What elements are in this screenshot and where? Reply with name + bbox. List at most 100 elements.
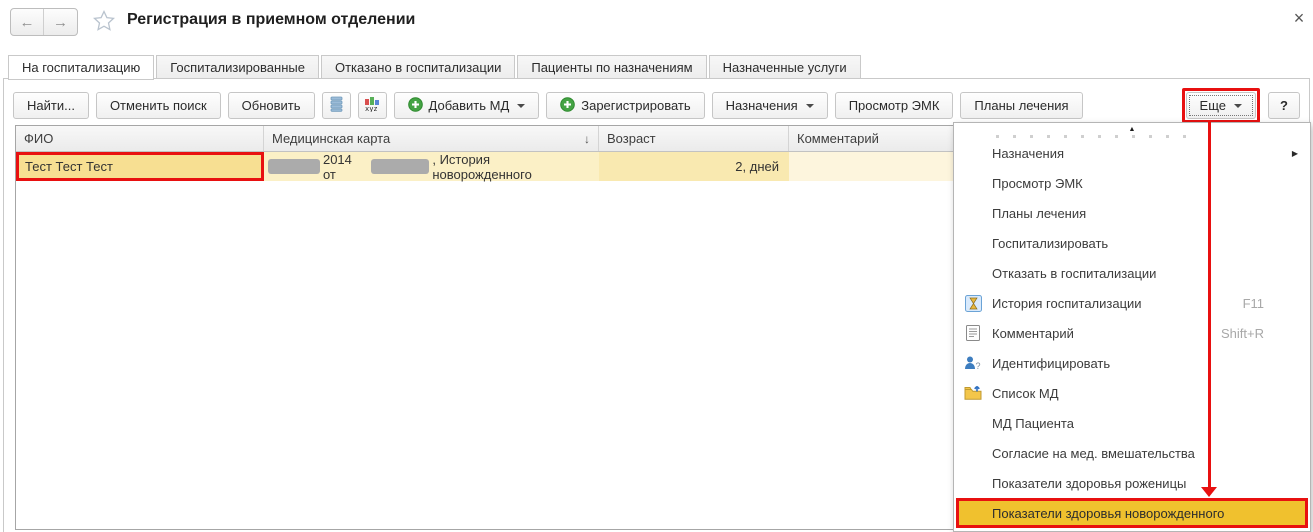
add-md-button[interactable]: Добавить МД	[394, 92, 540, 119]
menu-scroll-up[interactable]: ▲	[954, 123, 1310, 135]
redacted-text-block	[268, 159, 320, 174]
close-icon: ×	[1294, 8, 1305, 29]
column-card-label: Медицинская карта	[272, 131, 390, 146]
view-emk-button[interactable]: Просмотр ЭМК	[835, 92, 954, 119]
card-text: , История новорожденного	[432, 152, 593, 182]
back-arrow-icon: ←	[20, 14, 35, 31]
xyz-bars-icon: xyz	[364, 96, 380, 115]
add-md-label: Добавить МД	[429, 98, 510, 113]
close-button[interactable]: ×	[1287, 6, 1311, 30]
find-button-label: Найти...	[27, 98, 75, 113]
scroll-up-icon: ▲	[1129, 126, 1136, 133]
list-settings-button[interactable]	[322, 92, 351, 119]
tab-gospitalizirovannye[interactable]: Госпитализированные	[156, 55, 319, 79]
menu-item-pokazateli-rozhenicy[interactable]: Показатели здоровья роженицы	[954, 468, 1310, 498]
annotation-box-more: Еще	[1182, 88, 1260, 123]
menu-item-otkazat-v-gospitalizacii[interactable]: Отказать в госпитализации	[954, 258, 1310, 288]
appointments-label: Назначения	[726, 98, 798, 113]
tab-na-gospitalizaciyu[interactable]: На госпитализацию	[8, 55, 154, 80]
chevron-down-icon	[517, 104, 525, 108]
cell-age[interactable]: 2, дней	[599, 152, 789, 181]
column-header-fio[interactable]: ФИО	[16, 126, 264, 151]
hourglass-history-icon	[964, 294, 982, 312]
treatment-plans-button[interactable]: Планы лечения	[960, 92, 1082, 119]
svg-text:?: ?	[976, 361, 981, 371]
column-header-age[interactable]: Возраст	[599, 126, 789, 151]
register-label: Зарегистрировать	[581, 98, 690, 113]
toolbar: Найти... Отменить поиск Обновить xyz Доб…	[13, 88, 1300, 123]
menu-item-label: Идентифицировать	[992, 356, 1110, 371]
page-title: Регистрация в приемном отделении	[127, 11, 415, 29]
view-emk-label: Просмотр ЭМК	[849, 98, 940, 113]
menu-item-label: История госпитализации	[992, 296, 1142, 311]
menu-item-label: Показатели здоровья роженицы	[992, 476, 1186, 491]
menu-item-md-pacienta[interactable]: МД Пациента	[954, 408, 1310, 438]
menu-item-label: Комментарий	[992, 326, 1074, 341]
cell-medical-card[interactable]: 2014 от , История новорожденного	[264, 152, 599, 181]
abc-sort-button[interactable]: xyz	[358, 92, 387, 119]
comment-document-icon	[964, 324, 982, 342]
menu-item-identificirovat[interactable]: ? Идентифицировать	[954, 348, 1310, 378]
menu-item-prosmotr-emk[interactable]: Просмотр ЭМК	[954, 168, 1310, 198]
menu-item-label: Список МД	[992, 386, 1059, 401]
tab-pacienty-po-naznacheniyam[interactable]: Пациенты по назначениям	[517, 55, 706, 79]
chevron-down-icon	[806, 104, 814, 108]
annotation-arrow-head	[1201, 487, 1217, 497]
refresh-label: Обновить	[242, 98, 301, 113]
plus-circle-icon	[560, 97, 575, 115]
more-label: Еще	[1200, 98, 1226, 113]
appointments-button[interactable]: Назначения	[712, 92, 828, 119]
cell-fio-selected[interactable]: Тест Тест Тест	[16, 152, 264, 181]
column-header-card[interactable]: Медицинская карта ↓	[264, 126, 599, 151]
tab-otkazano-v-gospitalizacii[interactable]: Отказано в госпитализации	[321, 55, 515, 79]
menu-item-label: Показатели здоровья новорожденного	[992, 506, 1224, 521]
svg-text:xyz: xyz	[365, 105, 378, 112]
menu-item-naznacheniya[interactable]: Назначения ▶	[954, 138, 1310, 168]
menu-item-label: МД Пациента	[992, 416, 1074, 431]
back-button[interactable]: ←	[11, 9, 44, 35]
menu-item-spisok-md[interactable]: Список МД	[954, 378, 1310, 408]
tab-bar: На госпитализацию Госпитализированные От…	[8, 55, 863, 80]
menu-item-label: Отказать в госпитализации	[992, 266, 1156, 281]
treatment-plans-label: Планы лечения	[974, 98, 1068, 113]
card-text: 2014 от	[323, 152, 368, 182]
folder-export-icon	[964, 384, 982, 402]
menu-item-plany-lecheniya[interactable]: Планы лечения	[954, 198, 1310, 228]
redacted-text-block	[371, 159, 429, 174]
menu-item-label: Согласие на мед. вмешательства	[992, 446, 1195, 461]
menu-item-pokazateli-novorozhdennogo[interactable]: Показатели здоровья новорожденного	[956, 498, 1308, 528]
register-button[interactable]: Зарегистрировать	[546, 92, 704, 119]
submenu-arrow-icon: ▶	[1292, 149, 1298, 158]
more-button[interactable]: Еще	[1186, 92, 1256, 119]
cancel-search-button[interactable]: Отменить поиск	[96, 92, 221, 119]
help-button[interactable]: ?	[1268, 92, 1300, 119]
more-dropdown-menu: ▲ Назначения ▶ Просмотр ЭМК Планы лечени…	[953, 122, 1311, 532]
menu-item-soglasie-na-med-vmeshatelstva[interactable]: Согласие на мед. вмешательства	[954, 438, 1310, 468]
chevron-down-icon	[1234, 104, 1242, 108]
refresh-button[interactable]: Обновить	[228, 92, 315, 119]
list-rows-icon	[329, 96, 344, 115]
favorite-star-icon[interactable]	[92, 9, 116, 36]
window-header: ← → Регистрация в приемном отделении ×	[0, 0, 1313, 50]
menu-item-gospitalizirovat[interactable]: Госпитализировать	[954, 228, 1310, 258]
shortcut-label: Shift+R	[1221, 326, 1264, 341]
find-button[interactable]: Найти...	[13, 92, 89, 119]
menu-item-label: Госпитализировать	[992, 236, 1108, 251]
nav-history-group: ← →	[10, 8, 78, 36]
sort-desc-icon: ↓	[584, 132, 590, 146]
menu-item-label: Планы лечения	[992, 206, 1086, 221]
tab-naznachennye-uslugi[interactable]: Назначенные услуги	[709, 55, 861, 79]
toolbar-right-group: Еще ?	[1182, 88, 1300, 123]
forward-button[interactable]: →	[44, 9, 77, 35]
menu-item-istoriya-gospitalizacii[interactable]: История госпитализации F11	[954, 288, 1310, 318]
menu-item-label: Просмотр ЭМК	[992, 176, 1083, 191]
menu-item-label: Назначения	[992, 146, 1064, 161]
forward-arrow-icon: →	[53, 14, 68, 31]
annotation-arrow-line	[1208, 120, 1211, 487]
plus-circle-icon	[408, 97, 423, 115]
identify-person-icon: ?	[964, 354, 982, 372]
shortcut-label: F11	[1243, 296, 1264, 311]
help-label: ?	[1280, 98, 1288, 113]
menu-item-kommentarij[interactable]: Комментарий Shift+R	[954, 318, 1310, 348]
cancel-search-label: Отменить поиск	[110, 98, 207, 113]
